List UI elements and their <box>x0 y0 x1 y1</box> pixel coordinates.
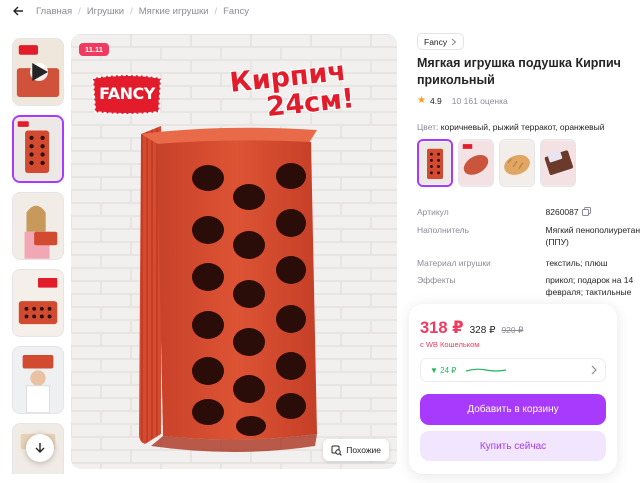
spec-row: Эффекты прикол; подарок на 14 <box>417 274 640 286</box>
arrow-down-icon <box>35 443 45 453</box>
spec-value: прикол; подарок на 14 <box>545 274 634 285</box>
spec-key: Эффекты <box>417 274 456 285</box>
buy-now-button[interactable]: Купить сейчас <box>420 431 606 461</box>
spec-row: февраля; тактильные <box>417 286 640 298</box>
article-number: 8260087 <box>545 207 579 217</box>
rating: ★ 4.9 10 161 оценка <box>417 95 508 106</box>
spec-value: (ППУ) <box>545 236 569 247</box>
price-current: 318 ₽ <box>420 319 464 337</box>
spec-value: февраля; тактильные <box>545 286 632 297</box>
swatch-bread[interactable] <box>499 139 535 187</box>
specifications: Артикул 8260087 Наполнитель Мягкий пеноп… <box>417 206 640 303</box>
spec-row: Материал игрушки текстиль; плюш <box>417 257 640 269</box>
scroll-down-button[interactable] <box>26 434 54 462</box>
copy-icon[interactable] <box>581 206 591 219</box>
thumbnail-girl[interactable] <box>12 192 64 260</box>
chevron-right-icon <box>451 38 457 45</box>
reviews-link[interactable]: 10 161 оценка <box>452 96 508 106</box>
swatch-sausage[interactable] <box>458 139 494 187</box>
play-icon <box>30 63 48 81</box>
breadcrumb-item-toys[interactable]: Игрушки <box>87 6 124 17</box>
breadcrumb: Главная / Игрушки / Мягкие игрушки / Fan… <box>0 0 640 22</box>
spec-value: 8260087 <box>546 206 640 219</box>
price-drop-value: ▼ 24 ₽ <box>430 365 457 375</box>
star-icon: ★ <box>417 95 426 106</box>
back-arrow-icon[interactable] <box>10 3 26 19</box>
thumbnail-boy[interactable] <box>12 346 64 414</box>
thumbnail-brick-side[interactable] <box>12 269 64 337</box>
swatch-chocolate[interactable] <box>540 139 576 187</box>
color-value: коричневый, рыжий терракот, оранжевый <box>440 122 605 132</box>
similar-button[interactable]: Похожие <box>323 439 389 461</box>
spec-row: (ППУ) <box>417 236 640 248</box>
price-row: 318 ₽ 328 ₽ 920 ₽ <box>420 318 523 338</box>
price-history-sparkline <box>466 368 507 372</box>
spec-key: Артикул <box>417 207 449 217</box>
spec-key: Наполнитель <box>417 224 470 235</box>
similar-label: Похожие <box>346 445 381 455</box>
spec-key <box>417 286 546 298</box>
price-history-button[interactable]: ▼ 24 ₽ <box>420 358 606 382</box>
breadcrumb-item-soft-toys[interactable]: Мягкие игрушки <box>139 6 209 17</box>
color-label: Цвет: <box>417 122 439 132</box>
chevron-right-icon <box>591 365 597 377</box>
add-to-cart-button[interactable]: Добавить в корзину <box>420 394 606 425</box>
thumbnail-list <box>12 38 66 474</box>
color-line: Цвет: коричневый, рыжий терракот, оранже… <box>417 122 605 132</box>
swatch-brick[interactable] <box>417 139 453 187</box>
breadcrumb-item-brand[interactable]: Fancy <box>223 6 249 17</box>
breadcrumb-separator: / <box>214 5 218 17</box>
fancy-logo: FANCY <box>89 72 165 116</box>
brand-link[interactable]: Fancy <box>417 33 465 50</box>
logo-text: FANCY <box>99 84 155 103</box>
breadcrumb-separator: / <box>130 5 133 17</box>
price-without-wallet: 328 ₽ <box>469 325 496 336</box>
spec-key <box>417 236 546 248</box>
spec-key: Материал игрушки <box>417 257 491 268</box>
product-main-image[interactable]: 11.11 FANCY Кирпич 24см! Похожие <box>71 34 397 469</box>
price-card: 318 ₽ 328 ₽ 920 ₽ с WB Кошельком ▼ 24 ₽ … <box>409 304 617 474</box>
price-crossed: 920 ₽ <box>501 325 524 335</box>
thumbnail-brick-front[interactable] <box>12 115 64 183</box>
promo-badge: 11.11 <box>79 43 109 56</box>
spec-value: Мягкий пенополиуретан <box>545 224 640 235</box>
rating-value: 4.9 <box>429 95 442 106</box>
spec-row: Наполнитель Мягкий пенополиуретан <box>417 224 640 236</box>
breadcrumb-item-home[interactable]: Главная <box>36 6 72 17</box>
brand-name: Fancy <box>424 36 448 47</box>
breadcrumb-separator: / <box>78 5 81 17</box>
product-title: Мягкая игрушка подушка Кирпич прикольный <box>417 56 621 87</box>
color-swatches <box>417 139 576 187</box>
spec-value: текстиль; плюш <box>545 257 608 268</box>
spec-row: Артикул 8260087 <box>417 206 640 219</box>
wallet-note: с WB Кошельком <box>420 340 480 349</box>
search-similar-icon <box>331 445 343 456</box>
thumbnail-video[interactable] <box>12 38 64 106</box>
